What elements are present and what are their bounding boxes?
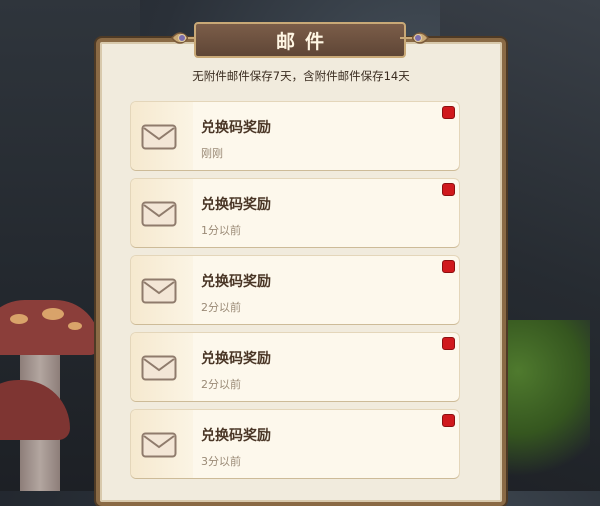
- title-banner: 邮件: [170, 20, 430, 58]
- mail-item[interactable]: 兑换码奖励 刚刚: [131, 102, 459, 170]
- envelope-icon: [141, 278, 177, 304]
- unread-badge-icon: [442, 260, 455, 273]
- mail-title: 兑换码奖励: [201, 274, 271, 290]
- unread-badge-icon: [442, 337, 455, 350]
- mail-time: 3分以前: [201, 455, 241, 468]
- mail-time: 1分以前: [201, 224, 241, 237]
- envelope-icon: [141, 432, 177, 458]
- retention-notice: 无附件邮件保存7天，含附件邮件保存14天: [192, 69, 410, 83]
- unread-badge-icon: [442, 106, 455, 119]
- envelope-icon: [141, 201, 177, 227]
- mail-title: 兑换码奖励: [201, 351, 271, 367]
- mail-item[interactable]: 兑换码奖励 3分以前: [131, 410, 459, 478]
- mail-time: 2分以前: [201, 301, 241, 314]
- mail-title: 兑换码奖励: [201, 197, 271, 213]
- ornament-right-icon: [398, 26, 430, 50]
- mail-item[interactable]: 兑换码奖励 2分以前: [131, 256, 459, 324]
- unread-badge-icon: [442, 414, 455, 427]
- mail-list: 兑换码奖励 刚刚 兑换码奖励 1分以前 兑换码奖励 2分以前 兑换码奖励 2分以…: [131, 102, 459, 487]
- mail-item[interactable]: 兑换码奖励 2分以前: [131, 333, 459, 401]
- envelope-icon: [141, 355, 177, 381]
- mail-title: 兑换码奖励: [201, 120, 271, 136]
- mail-title: 兑换码奖励: [201, 428, 271, 444]
- unread-badge-icon: [442, 183, 455, 196]
- mail-time: 刚刚: [201, 147, 223, 160]
- mail-item[interactable]: 兑换码奖励 1分以前: [131, 179, 459, 247]
- title-bar: 邮件: [194, 22, 406, 58]
- mail-time: 2分以前: [201, 378, 241, 391]
- envelope-icon: [141, 124, 177, 150]
- page-title: 邮件: [275, 30, 334, 53]
